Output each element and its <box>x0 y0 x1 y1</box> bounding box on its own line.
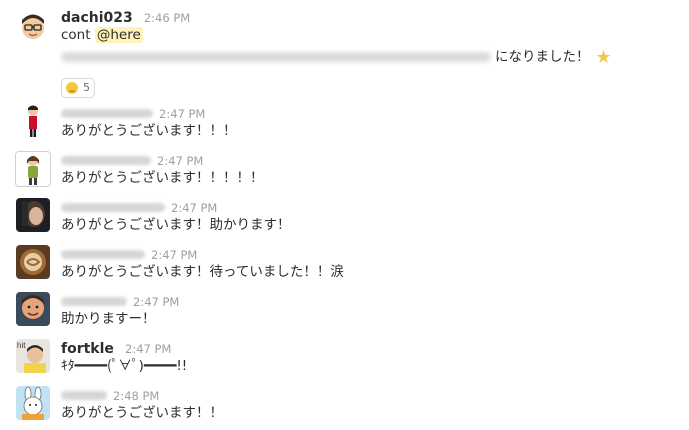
avatar-image <box>16 245 50 279</box>
message-item: 2:47 PM ありがとうございます！！！ <box>0 104 689 148</box>
message-item: 2:48 PM ありがとうございます！！ <box>0 386 689 430</box>
username[interactable]: dachi023 <box>61 10 133 26</box>
timestamp[interactable]: 2:47 PM <box>151 248 197 262</box>
timestamp[interactable]: 2:47 PM <box>157 154 203 168</box>
username-redacted <box>61 250 145 259</box>
avatar-image <box>16 292 50 326</box>
message-text: ｷﾀ━━━━(ﾟ∀ﾟ)━━━━!! <box>61 358 188 374</box>
username-redacted <box>61 109 153 118</box>
username-redacted <box>61 391 107 400</box>
timestamp[interactable]: 2:47 PM <box>125 342 171 356</box>
username-redacted <box>61 156 151 165</box>
message-text: ありがとうございます！！ <box>61 405 223 421</box>
timestamp[interactable]: 2:47 PM <box>133 295 179 309</box>
message-text: ありがとうございます！待っていました！！涙 <box>61 264 344 280</box>
here-mention[interactable]: @here <box>94 27 143 43</box>
avatar[interactable] <box>16 104 50 138</box>
avatar-image <box>16 152 50 186</box>
username[interactable]: fortkle <box>61 341 114 357</box>
avatar-image <box>16 10 50 44</box>
message-item: 2:47 PM ありがとうございます！助かります！ <box>0 198 689 242</box>
message-text: ありがとうございます！！！ <box>61 123 237 139</box>
message-text: になりました！ <box>495 49 590 65</box>
timestamp[interactable]: 2:47 PM <box>159 107 205 121</box>
redacted-text <box>61 52 491 62</box>
reaction-button[interactable]: 5 <box>61 78 95 98</box>
avatar[interactable]: hit <box>16 339 50 373</box>
avatar[interactable] <box>16 292 50 326</box>
message-text: 助かりますー！ <box>61 311 156 327</box>
message-text: cont <box>61 27 95 43</box>
reaction-count: 5 <box>83 81 90 94</box>
svg-text:hit: hit <box>17 341 26 350</box>
timestamp[interactable]: 2:47 PM <box>171 201 217 215</box>
message-item: dachi023 2:46 PM cont @here になりました！ ★ 5 <box>0 8 689 98</box>
avatar-image <box>16 386 50 420</box>
avatar[interactable] <box>16 10 50 44</box>
message-item: 2:47 PM 助かりますー！ <box>0 292 689 336</box>
timestamp[interactable]: 2:46 PM <box>144 11 190 25</box>
avatar[interactable] <box>16 386 50 420</box>
message-item: 2:47 PM ありがとうございます！待っていました！！涙 <box>0 245 689 289</box>
message-text-line: cont @here <box>61 25 143 45</box>
avatar[interactable] <box>15 151 51 187</box>
avatar-image: hit <box>16 339 50 373</box>
smile-emoji-icon <box>66 82 78 94</box>
username-redacted <box>61 203 165 212</box>
avatar[interactable] <box>16 198 50 232</box>
timestamp[interactable]: 2:48 PM <box>113 389 159 403</box>
star-icon[interactable]: ★ <box>596 47 612 68</box>
message-text: ありがとうございます！！！！！ <box>61 170 264 186</box>
avatar-image <box>16 104 50 138</box>
username-redacted <box>61 297 127 306</box>
avatar-image <box>16 198 50 232</box>
message-text: ありがとうございます！助かります！ <box>61 217 291 233</box>
message-item: 2:47 PM ありがとうございます！！！！！ <box>0 151 689 195</box>
avatar[interactable] <box>16 245 50 279</box>
message-item: hit fortkle 2:47 PM ｷﾀ━━━━(ﾟ∀ﾟ)━━━━!! <box>0 339 689 383</box>
message-text-line: になりました！ ★ <box>61 47 612 68</box>
